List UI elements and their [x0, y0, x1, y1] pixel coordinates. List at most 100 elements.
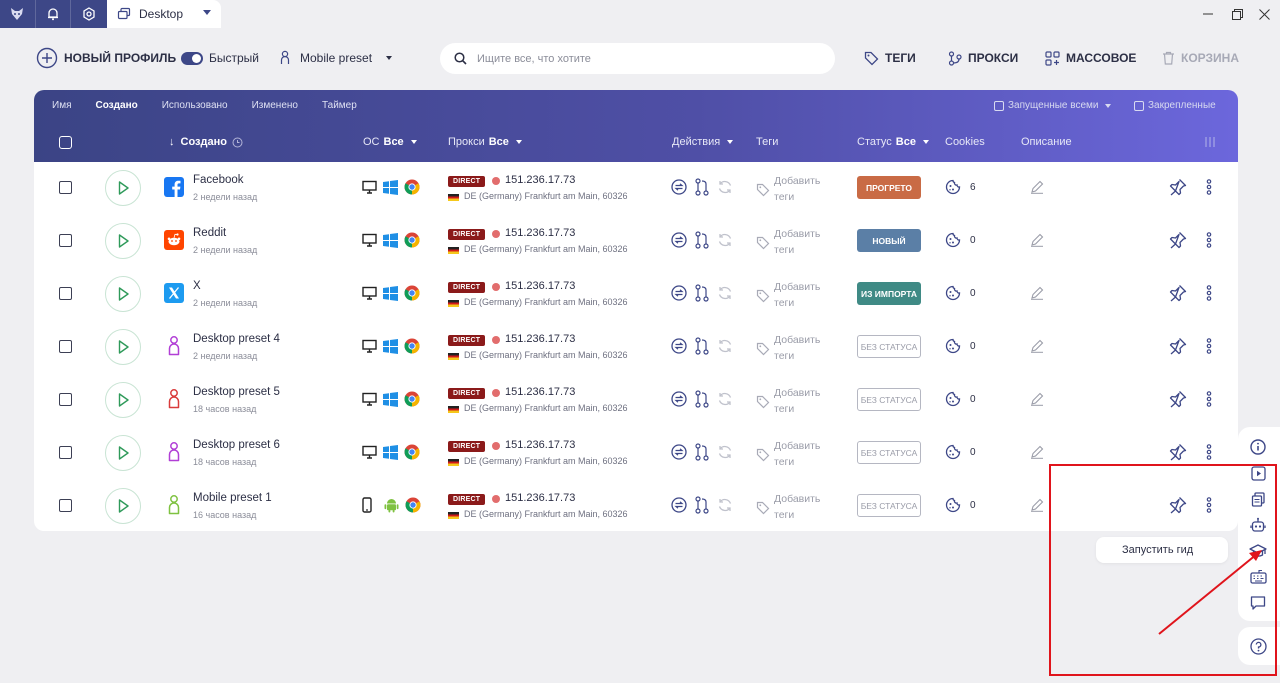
profile-name[interactable]: Desktop preset 4	[193, 333, 280, 345]
add-tags-button[interactable]: Добавить теги	[756, 332, 832, 364]
sort-tab-modified[interactable]: Изменено	[252, 100, 298, 111]
proxy-ip[interactable]: 151.236.17.73	[505, 280, 575, 292]
columns-settings-button[interactable]	[1204, 136, 1216, 148]
chevron-down-icon[interactable]	[203, 10, 211, 15]
col-proxy[interactable]: Прокси Все	[448, 136, 522, 148]
tags-button[interactable]: ТЕГИ	[864, 40, 916, 76]
search-bar[interactable]	[440, 43, 835, 74]
row-checkbox[interactable]	[59, 181, 72, 194]
add-tags-button[interactable]: Добавить теги	[756, 279, 832, 311]
col-os[interactable]: ОС Все	[363, 136, 417, 148]
launch-profile-button[interactable]	[105, 276, 141, 312]
add-tags-button[interactable]: Добавить теги	[756, 438, 832, 470]
edit-description-button[interactable]	[1030, 180, 1044, 199]
sync-action-button[interactable]	[671, 179, 687, 195]
proxy-ip[interactable]: 151.236.17.73	[505, 386, 575, 398]
edit-description-button[interactable]	[1030, 498, 1044, 517]
add-tags-button[interactable]: Добавить теги	[756, 173, 832, 205]
cookies-cell[interactable]: 0	[945, 285, 976, 301]
select-all-checkbox[interactable]	[59, 136, 72, 149]
refresh-button[interactable]	[717, 179, 733, 195]
cookies-cell[interactable]: 0	[945, 391, 976, 407]
col-actions[interactable]: Действия	[672, 136, 734, 148]
proxy-button[interactable]: ПРОКСИ	[948, 40, 1018, 76]
row-checkbox[interactable]	[59, 340, 72, 353]
sort-tab-timer[interactable]: Таймер	[322, 100, 357, 111]
edit-description-button[interactable]	[1030, 339, 1044, 358]
refresh-button[interactable]	[717, 285, 733, 301]
cookies-cell[interactable]: 0	[945, 232, 976, 248]
row-checkbox[interactable]	[59, 446, 72, 459]
tab-desktop[interactable]: Desktop	[107, 0, 221, 28]
sync-action-button[interactable]	[671, 285, 687, 301]
cookies-cell[interactable]: 0	[945, 338, 976, 354]
refresh-button[interactable]	[717, 232, 733, 248]
trash-button[interactable]: КОРЗИНА	[1162, 40, 1239, 76]
table-row[interactable]: Facebook 2 недели назад DIRECT 151.236.1…	[34, 162, 1238, 215]
proxy-change-button[interactable]	[694, 337, 710, 355]
sync-action-button[interactable]	[671, 444, 687, 460]
status-badge[interactable]: БЕЗ СТАТУСА	[857, 388, 921, 411]
sync-action-button[interactable]	[671, 338, 687, 354]
proxy-change-button[interactable]	[694, 496, 710, 514]
bulk-button[interactable]: МАССОВОЕ	[1045, 40, 1136, 76]
edit-description-button[interactable]	[1030, 392, 1044, 411]
pinned-filter[interactable]: Закрепленные	[1134, 100, 1216, 111]
refresh-button[interactable]	[717, 338, 733, 354]
checkbox[interactable]	[994, 100, 1004, 111]
more-options-button[interactable]	[1206, 285, 1212, 306]
proxy-change-button[interactable]	[694, 443, 710, 461]
more-options-button[interactable]	[1206, 391, 1212, 412]
profile-name[interactable]: Reddit	[193, 227, 226, 239]
launch-profile-button[interactable]	[105, 223, 141, 259]
sync-action-button[interactable]	[671, 391, 687, 407]
edit-description-button[interactable]	[1030, 445, 1044, 464]
cookies-cell[interactable]: 0	[945, 497, 976, 513]
profile-name[interactable]: Desktop preset 6	[193, 439, 280, 451]
table-row[interactable]: Desktop preset 4 2 недели назад DIRECT 1…	[34, 321, 1238, 374]
more-options-button[interactable]	[1206, 232, 1212, 253]
profile-name[interactable]: Desktop preset 5	[193, 386, 280, 398]
pin-button[interactable]	[1169, 390, 1187, 413]
status-badge[interactable]: БЕЗ СТАТУСА	[857, 494, 921, 517]
proxy-ip[interactable]: 151.236.17.73	[505, 439, 575, 451]
refresh-button[interactable]	[717, 497, 733, 513]
proxy-ip[interactable]: 151.236.17.73	[505, 174, 575, 186]
launch-profile-button[interactable]	[105, 435, 141, 471]
launch-profile-button[interactable]	[105, 329, 141, 365]
status-badge[interactable]: НОВЫЙ	[857, 229, 921, 252]
cookies-cell[interactable]: 6	[945, 179, 976, 195]
more-options-button[interactable]	[1206, 179, 1212, 200]
refresh-button[interactable]	[717, 444, 733, 460]
sort-tab-used[interactable]: Использовано	[162, 100, 228, 111]
add-tags-button[interactable]: Добавить теги	[756, 385, 832, 417]
row-checkbox[interactable]	[59, 287, 72, 300]
row-checkbox[interactable]	[59, 393, 72, 406]
more-options-button[interactable]	[1206, 338, 1212, 359]
pin-button[interactable]	[1169, 178, 1187, 201]
row-checkbox[interactable]	[59, 499, 72, 512]
table-row[interactable]: X 2 недели назад DIRECT 151.236.17.73 DE…	[34, 268, 1238, 321]
refresh-button[interactable]	[717, 391, 733, 407]
toggle-switch[interactable]	[181, 51, 203, 65]
proxy-change-button[interactable]	[694, 231, 710, 249]
info-button[interactable]	[1248, 437, 1268, 457]
notifications-button[interactable]	[36, 0, 72, 28]
launch-profile-button[interactable]	[105, 488, 141, 524]
status-badge[interactable]: БЕЗ СТАТУСА	[857, 335, 921, 358]
sort-tab-created[interactable]: Создано	[95, 100, 137, 111]
status-badge[interactable]: ПРОГРЕТО	[857, 176, 921, 199]
profile-name[interactable]: Facebook	[193, 174, 244, 186]
row-checkbox[interactable]	[59, 234, 72, 247]
quick-toggle[interactable]: Быстрый	[181, 40, 259, 76]
sync-action-button[interactable]	[671, 497, 687, 513]
launch-profile-button[interactable]	[105, 170, 141, 206]
more-options-button[interactable]	[1206, 444, 1212, 465]
edit-description-button[interactable]	[1030, 233, 1044, 252]
proxy-change-button[interactable]	[694, 390, 710, 408]
app-logo[interactable]	[0, 0, 36, 28]
edit-description-button[interactable]	[1030, 286, 1044, 305]
cookies-cell[interactable]: 0	[945, 444, 976, 460]
new-profile-button[interactable]: НОВЫЙ ПРОФИЛЬ	[36, 40, 176, 76]
proxy-ip[interactable]: 151.236.17.73	[505, 227, 575, 239]
